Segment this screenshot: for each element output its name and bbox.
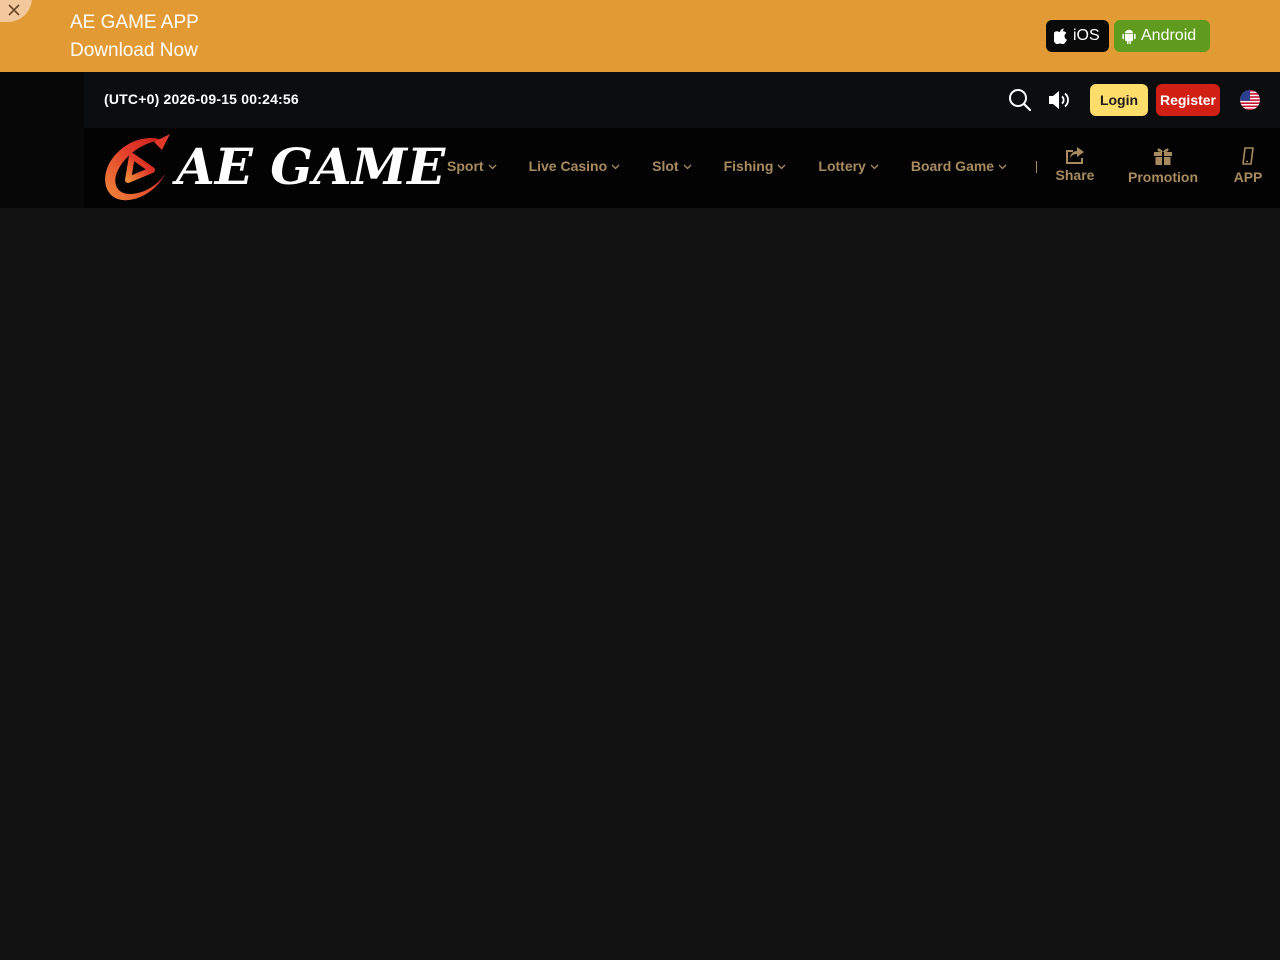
register-button[interactable]: Register xyxy=(1156,84,1220,116)
apple-icon xyxy=(1054,28,1067,44)
chevron-down-icon xyxy=(777,164,786,170)
promotion-label: Promotion xyxy=(1128,169,1198,185)
app-label: APP xyxy=(1233,169,1263,185)
us-flag-icon[interactable] xyxy=(1240,90,1260,110)
android-icon xyxy=(1122,29,1136,44)
top-bar: (UTC+0) 2026-09-15 00:24:56 Login Regist… xyxy=(84,72,1280,128)
server-clock: (UTC+0) 2026-09-15 00:24:56 xyxy=(104,91,299,107)
banner-close-button[interactable] xyxy=(0,0,32,22)
logo-wordmark: AE GAME xyxy=(176,137,446,196)
nav-item-label: Fishing xyxy=(723,158,774,174)
ios-label: iOS xyxy=(1073,27,1100,44)
nav-divider xyxy=(1036,161,1037,173)
nav-item-label: Slot xyxy=(652,158,679,174)
nav-item-lottery[interactable]: Lottery xyxy=(818,158,879,174)
phone-icon xyxy=(1242,147,1254,165)
ae-game-logo[interactable]: AE GAME xyxy=(102,132,445,204)
search-icon[interactable] xyxy=(1008,88,1032,112)
chevron-down-icon xyxy=(611,164,620,170)
share-label: Share xyxy=(1055,167,1095,183)
main-content-area xyxy=(0,208,1280,960)
nav-item-board-game[interactable]: Board Game xyxy=(911,158,1007,174)
main-nav-bar: AE GAME Sport Live Casino Slot Fishing L… xyxy=(84,128,1280,208)
chevron-down-icon xyxy=(870,164,879,170)
share-link[interactable]: Share xyxy=(1056,146,1094,183)
nav-item-sport[interactable]: Sport xyxy=(447,158,497,174)
nav-item-label: Board Game xyxy=(910,158,995,174)
android-label: Android xyxy=(1141,27,1197,44)
close-icon xyxy=(8,4,20,16)
left-strip xyxy=(0,72,84,208)
banner-text: AE GAME APP Download Now xyxy=(70,9,199,65)
login-button[interactable]: Login xyxy=(1090,84,1148,116)
nav-item-slot[interactable]: Slot xyxy=(652,158,692,174)
chevron-down-icon xyxy=(488,164,497,170)
nav-item-live-casino[interactable]: Live Casino xyxy=(529,158,621,174)
gift-icon xyxy=(1154,148,1172,165)
game-category-nav: Sport Live Casino Slot Fishing Lottery B… xyxy=(447,158,1039,174)
speaker-icon[interactable] xyxy=(1048,89,1072,111)
nav-item-label: Lottery xyxy=(818,158,866,174)
app-link[interactable]: APP xyxy=(1231,146,1265,185)
share-icon xyxy=(1066,147,1084,164)
banner-subtitle: Download Now xyxy=(70,40,198,61)
nav-item-fishing[interactable]: Fishing xyxy=(724,158,787,174)
chevron-down-icon xyxy=(683,164,692,170)
chevron-down-icon xyxy=(998,164,1007,170)
nav-item-label: Live Casino xyxy=(528,158,608,174)
logo-mark-icon xyxy=(105,134,170,201)
android-download-button[interactable]: Android xyxy=(1114,20,1210,52)
nav-item-label: Sport xyxy=(447,158,484,174)
app-download-banner: AE GAME APP Download Now iOS Android xyxy=(0,0,1280,72)
promotion-link[interactable]: Promotion xyxy=(1127,146,1199,185)
ios-download-button[interactable]: iOS xyxy=(1046,20,1109,52)
banner-title: AE GAME APP xyxy=(70,12,199,33)
